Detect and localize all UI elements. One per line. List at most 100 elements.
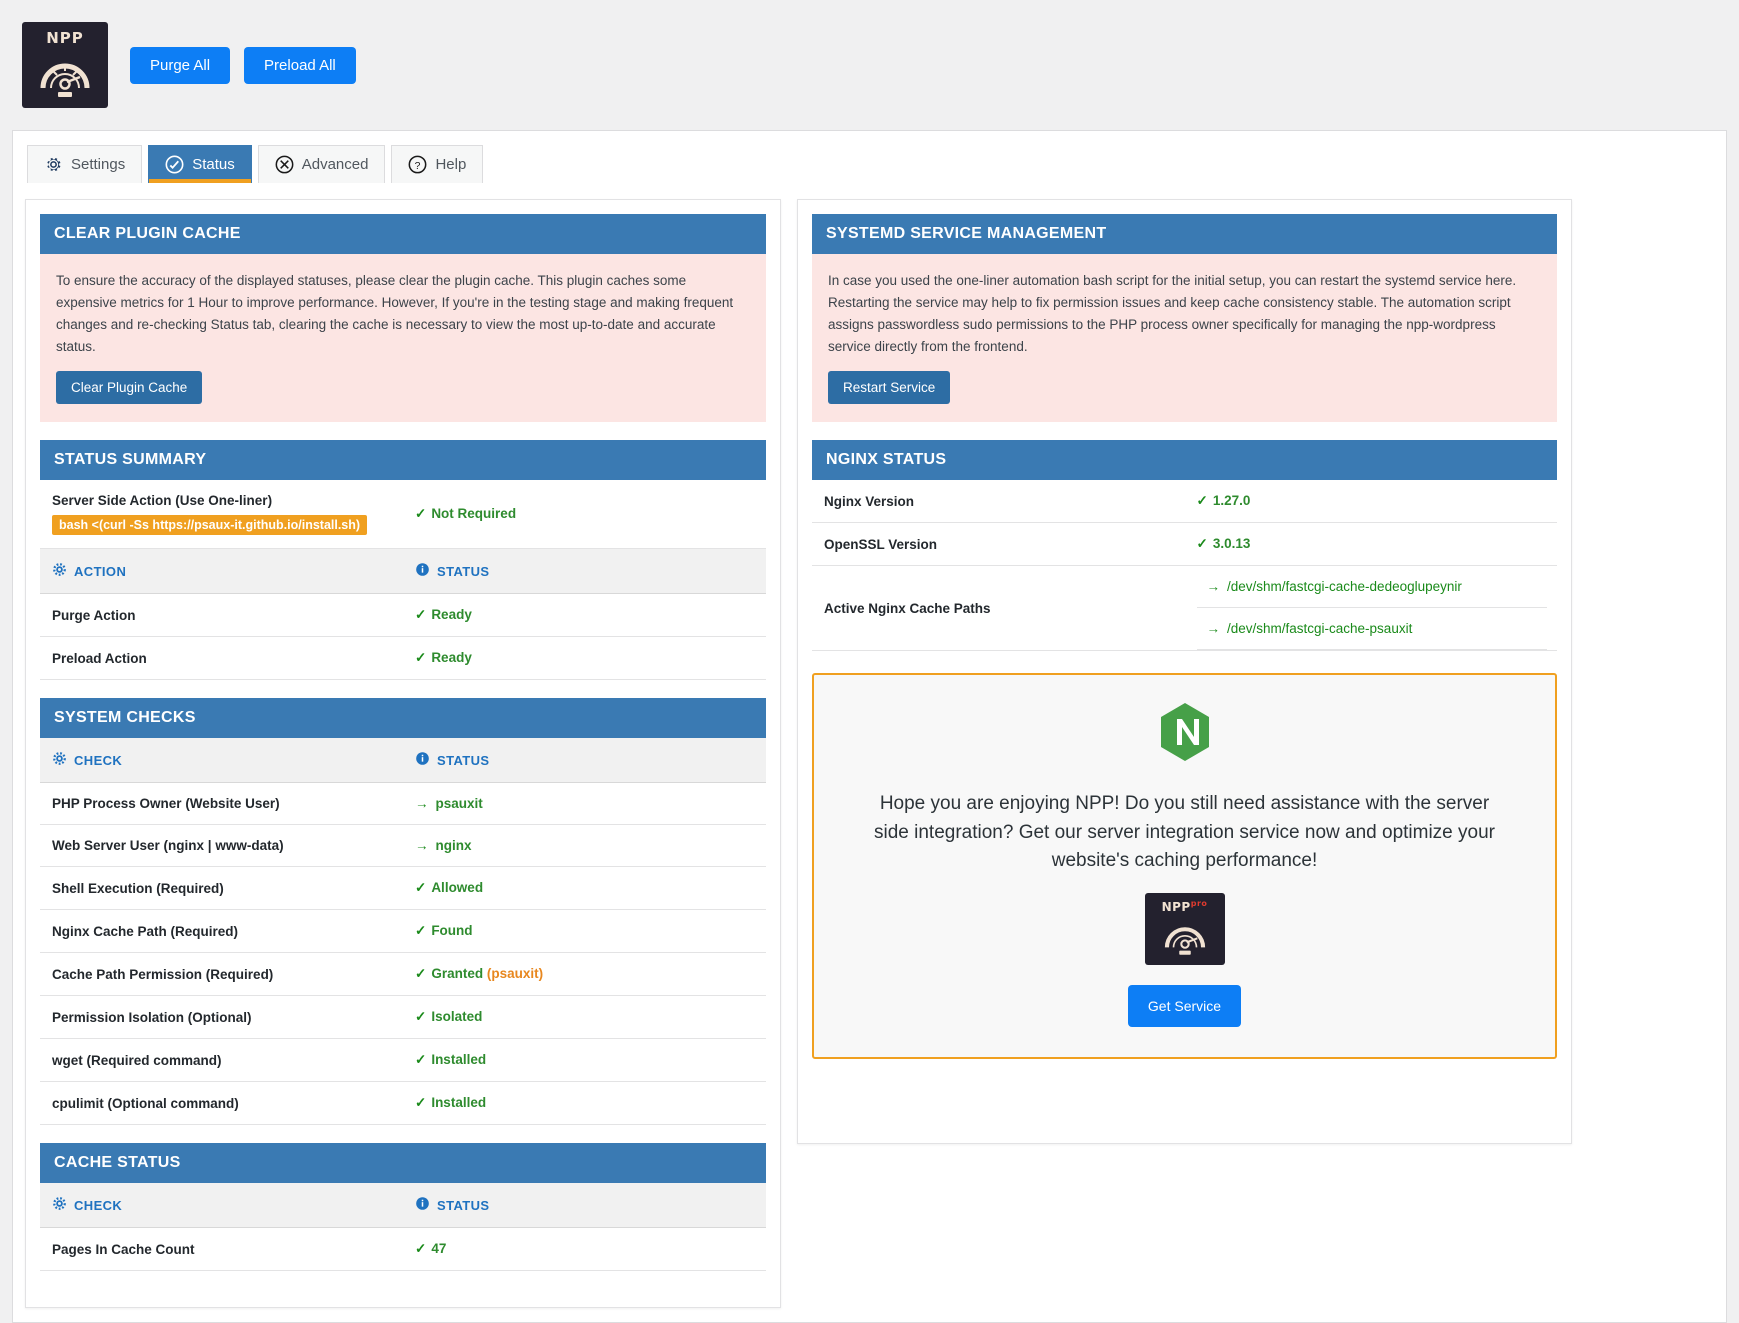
info-icon [415,562,430,580]
nginx-n-icon [1158,701,1212,768]
restart-service-button[interactable]: Restart Service [828,371,951,405]
check-status: ✓ Granted (psauxit) [403,952,766,997]
cache-count-label: Pages In Cache Count [40,1227,403,1272]
section-status-summary: STATUS SUMMARY Server Side Action (Use O… [40,440,766,681]
status-text: Isolated [431,1009,483,1025]
npp-logo: NPP [22,22,108,108]
status-text: Ready [431,607,472,623]
tab-advanced-label: Advanced [301,156,369,173]
arrow-right-icon: → [415,838,429,854]
tab-help-label: Help [435,156,467,173]
purge-all-button[interactable]: Purge All [130,46,231,84]
right-column: SYSTEMD SERVICE MANAGEMENT In case you u… [797,199,1572,1144]
arrow-right-icon: → [415,796,429,812]
header-actions: Purge All Preload All [130,46,356,84]
clear-plugin-cache-notice: To ensure the accuracy of the displayed … [40,254,766,423]
check-icon: ✓ [415,966,427,982]
col-status-label: STATUS [437,1197,490,1213]
active-cache-paths-label: Active Nginx Cache Paths [812,565,1185,652]
section-cache-status: CACHE STATUS CHECK STATUS Pages In Cache… [40,1143,766,1272]
table-row: Permission Isolation (Optional) ✓ Isolate… [40,995,766,1040]
check-icon: ✓ [415,650,427,666]
col-check-label: CHECK [74,752,123,768]
openssl-version-status: ✓ 3.0.13 [1184,522,1557,567]
col-action-label: ACTION [74,563,127,579]
section-nginx-status: NGINX STATUS Nginx Version ✓ 1.27.0 OpenS… [812,440,1557,652]
promo-text: Hope you are enjoying NPP! Do you still … [874,793,1495,871]
nginx-version-status: ✓ 1.27.0 [1184,480,1557,524]
tab-advanced[interactable]: Advanced [257,145,386,183]
systemd-body: In case you used the one-liner automatio… [828,273,1517,354]
gear-icon [52,1196,67,1214]
get-service-button[interactable]: Get Service [1127,984,1242,1027]
tab-settings[interactable]: Settings [27,145,143,183]
status-check-icon [165,155,184,174]
cache-path-item[interactable]: → /dev/shm/fastcgi-cache-dedeoglupeynir [1196,566,1547,609]
gear-icon [44,155,63,174]
table-row: Active Nginx Cache Paths → /dev/shm/fastc… [812,565,1557,652]
status-text: Installed [431,1095,487,1111]
nginx-version-label: Nginx Version [812,480,1185,524]
check-icon: ✓ [1196,536,1208,552]
status-text: 3.0.13 [1212,536,1251,552]
check-icon: ✓ [415,1095,427,1111]
cache-path-link[interactable]: /dev/shm/fastcgi-cache-psauxit [1227,621,1412,636]
cache-path-item[interactable]: → /dev/shm/fastcgi-cache-psauxit [1196,608,1547,651]
status-text: psauxit [435,796,483,812]
gauge-icon [40,63,90,97]
col-status: STATUS [403,549,766,595]
col-check: CHECK [40,1183,403,1229]
status-summary-table: Server Side Action (Use One-liner) bash … [40,480,766,550]
check-icon: ✓ [415,1241,427,1257]
col-status: STATUS [403,1183,766,1229]
tab-status[interactable]: Status [148,145,252,183]
cache-path-link[interactable]: /dev/shm/fastcgi-cache-dedeoglupeynir [1227,579,1462,594]
tab-settings-label: Settings [71,156,126,173]
top-toolbar: NPP Purge All Preload All [0,0,1739,108]
status-text: nginx [435,838,472,854]
check-icon: ✓ [415,506,427,522]
cache-status-table: CHECK STATUS Pages In Cache Count ✓ 47 [40,1183,766,1272]
section-clear-plugin-cache: CLEAR PLUGIN CACHE To ensure the accurac… [40,214,766,423]
purge-action-label: Purge Action [40,593,403,638]
tab-status-label: Status [192,156,235,173]
table-header-row: ACTION STATUS [40,549,766,595]
check-status: ✓ Found [403,909,766,954]
table-row: Shell Execution (Required) ✓ Allowed [40,866,766,911]
table-row: Server Side Action (Use One-liner) bash … [40,480,766,550]
check-status: ✓ Installed [403,1038,766,1083]
check-label: Shell Execution (Required) [40,866,403,911]
status-text: Allowed [431,880,484,896]
check-label: Cache Path Permission (Required) [40,952,403,997]
table-row: Nginx Version ✓ 1.27.0 [812,480,1557,524]
systemd-title: SYSTEMD SERVICE MANAGEMENT [812,214,1557,254]
table-row: cpulimit (Optional command) ✓ Installed [40,1081,766,1126]
check-label: Nginx Cache Path (Required) [40,909,403,954]
question-icon: ? [408,155,427,174]
npp-logo-text: NPP [46,29,84,47]
col-status-label: STATUS [437,752,490,768]
table-row: Nginx Cache Path (Required) ✓ Found [40,909,766,954]
col-status: STATUS [403,738,766,784]
check-label: Permission Isolation (Optional) [40,995,403,1040]
one-liner-command[interactable]: bash <(curl -Ss https://psaux-it.github.… [52,515,368,536]
check-status: → psauxit [403,782,766,826]
status-summary-actions-table: ACTION STATUS Purge Action ✓ Ready Prelo… [40,549,766,681]
status-text: Ready [431,650,472,666]
status-text: 47 [431,1241,447,1257]
tab-help[interactable]: ? Help [391,145,484,183]
preload-action-label: Preload Action [40,636,403,681]
gear-icon [52,562,67,580]
arrow-right-icon: → [1206,579,1221,595]
table-row: Pages In Cache Count ✓ 47 [40,1227,766,1272]
gear-icon [52,751,67,769]
preload-all-button[interactable]: Preload All [244,46,356,84]
check-icon: ✓ [415,923,427,939]
nginx-status-table: Nginx Version ✓ 1.27.0 OpenSSL Version ✓ 3… [812,480,1557,652]
npp-pro-badge-text: NPPpro [1145,899,1225,914]
col-check-label: CHECK [74,1197,123,1213]
content-columns: CLEAR PLUGIN CACHE To ensure the accurac… [13,183,1726,1322]
info-icon [415,1196,430,1214]
arrow-right-icon: → [1206,621,1221,637]
clear-plugin-cache-button[interactable]: Clear Plugin Cache [56,371,203,405]
